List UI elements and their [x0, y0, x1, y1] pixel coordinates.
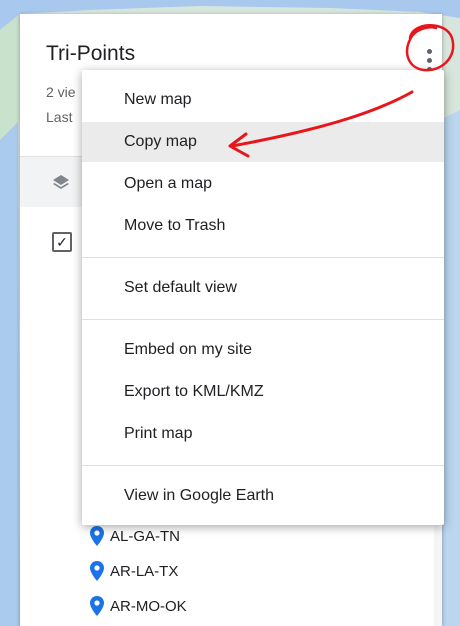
map-pin-icon — [90, 561, 104, 581]
map-title[interactable]: Tri-Points — [46, 42, 135, 66]
menu-item-copy-map[interactable]: Copy map — [82, 122, 444, 162]
map-pin-icon — [90, 526, 104, 546]
place-label: AR-LA-TX — [110, 562, 179, 580]
menu-item-set-default-view[interactable]: Set default view — [82, 268, 444, 308]
menu-item-open-a-map[interactable]: Open a map — [82, 164, 444, 204]
menu-item-new-map[interactable]: New map — [82, 80, 444, 120]
vertical-dots-icon — [427, 49, 432, 54]
menu-item-export-kml-kmz[interactable]: Export to KML/KMZ — [82, 372, 444, 412]
layer-visibility-checkbox[interactable]: ✓ — [52, 232, 72, 252]
layers-icon — [53, 175, 69, 189]
menu-item-print-map[interactable]: Print map — [82, 414, 444, 454]
menu-item-view-in-google-earth[interactable]: View in Google Earth — [82, 476, 444, 516]
map-views-text: 2 vie — [46, 84, 76, 100]
place-label: AL-GA-TN — [110, 527, 181, 545]
place-item-ar-mo-ok[interactable]: AR-MO-OK — [90, 594, 187, 618]
map-last-edited-text: Last — [46, 109, 73, 125]
place-item-al-ga-tn[interactable]: AL-GA-TN — [90, 524, 180, 548]
map-pin-icon — [90, 596, 104, 616]
menu-divider — [82, 319, 444, 320]
menu-item-embed-on-my-site[interactable]: Embed on my site — [82, 330, 444, 370]
map-options-menu: New map Copy map Open a map Move to Tras… — [82, 70, 444, 525]
menu-divider — [82, 465, 444, 466]
menu-item-move-to-trash[interactable]: Move to Trash — [82, 206, 444, 246]
place-label: AR-MO-OK — [110, 597, 187, 615]
checkbox-icon: ✓ — [56, 234, 68, 250]
place-item-ar-la-tx[interactable]: AR-LA-TX — [90, 559, 178, 583]
menu-divider — [82, 257, 444, 258]
